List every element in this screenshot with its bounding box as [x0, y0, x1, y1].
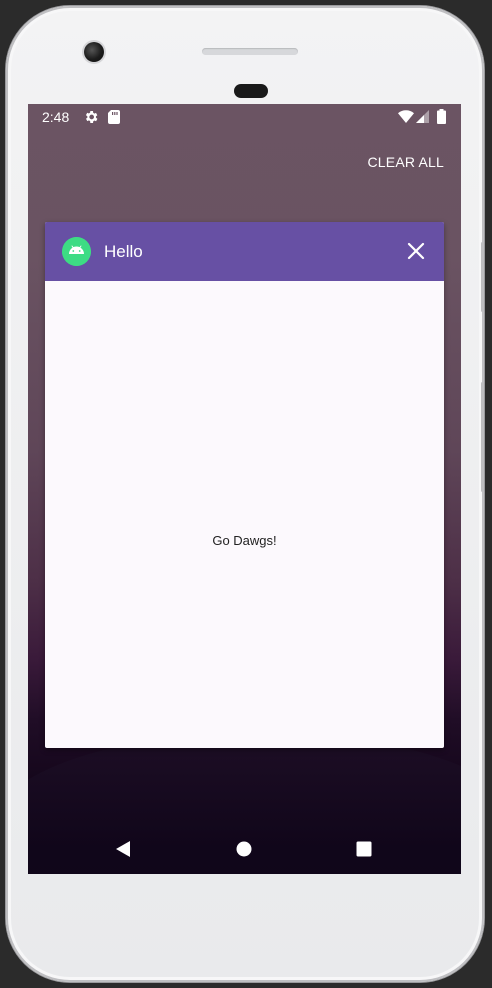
android-icon: [62, 237, 91, 266]
battery-icon: [437, 109, 446, 127]
status-bar: 2:48: [28, 104, 461, 130]
clear-all-button[interactable]: CLEAR ALL: [367, 154, 444, 170]
task-card-body-text: Go Dawgs!: [212, 533, 277, 548]
cell-signal-icon: [416, 110, 429, 126]
sd-card-icon: [108, 110, 120, 127]
task-card-title: Hello: [104, 242, 143, 261]
earpiece-speaker: [202, 48, 298, 55]
close-icon[interactable]: [403, 238, 429, 264]
status-time: 2:48: [42, 109, 70, 125]
screen: 2:48 CLEAR ALL Hello Go Dawgs!: [28, 104, 461, 874]
power-button: [481, 242, 484, 312]
wifi-icon: [398, 110, 414, 126]
navigation-bar: [28, 824, 461, 874]
back-icon[interactable]: [112, 838, 134, 860]
front-sensor: [234, 84, 268, 98]
recents-icon[interactable]: [353, 838, 375, 860]
volume-button: [481, 382, 484, 492]
task-card-header: Hello: [45, 222, 444, 281]
recent-task-card[interactable]: Hello Go Dawgs!: [45, 222, 444, 748]
home-icon[interactable]: [233, 838, 255, 860]
front-camera: [84, 42, 104, 62]
settings-icon: [83, 109, 99, 128]
